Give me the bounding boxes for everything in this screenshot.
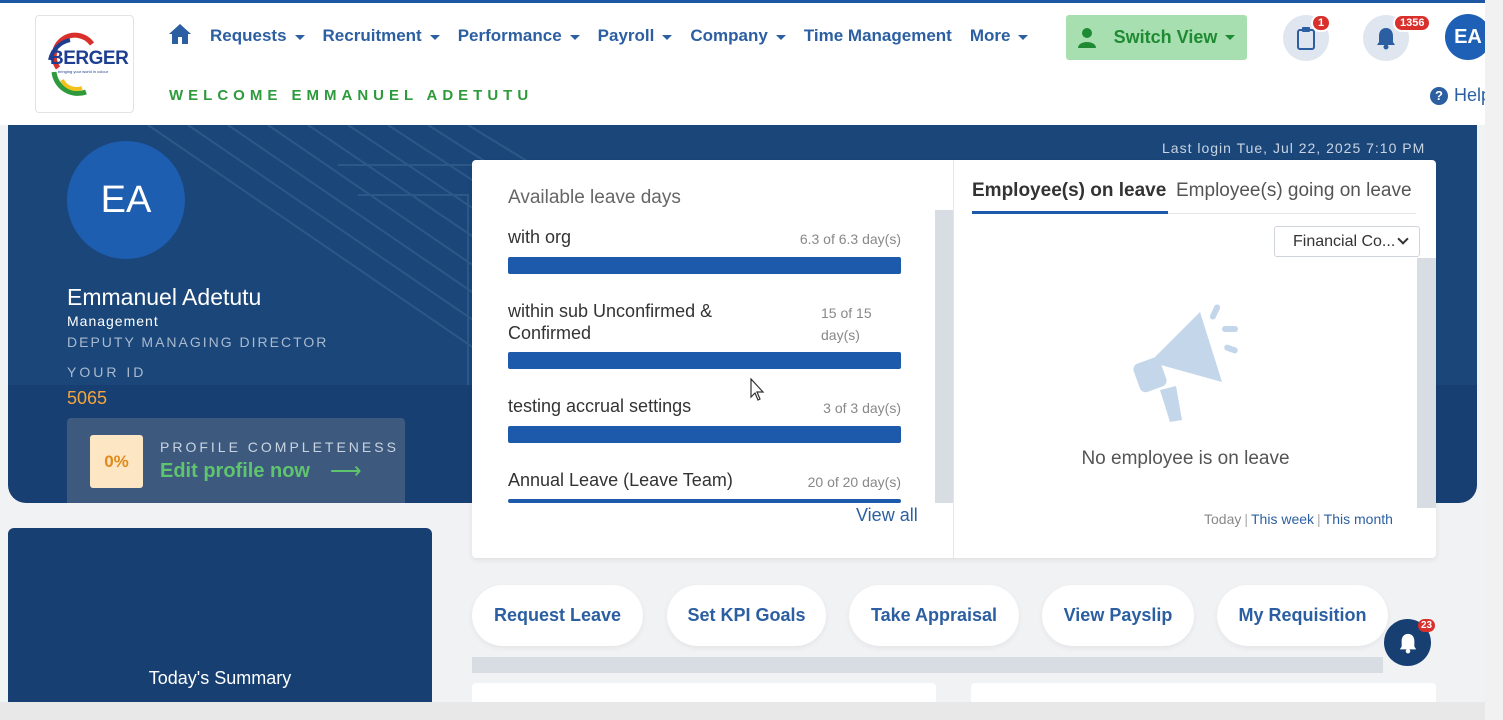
company-logo[interactable]: BERGER bringing your world in colour (35, 15, 134, 113)
leave-days-value: 3 of 3 day(s) (823, 400, 901, 416)
time-filter-links: Today | This week | This month (1204, 511, 1393, 527)
leave-type-name: with org (508, 227, 572, 247)
page-scrollbar[interactable] (1485, 0, 1503, 720)
switch-view-button[interactable]: Switch View (1066, 15, 1247, 60)
caret-down-icon (429, 34, 440, 40)
profile-completeness-card: 0% PROFILE COMPLETENESS Edit profile now… (67, 418, 405, 503)
leave-type-name: Annual Leave (Leave Team) (508, 470, 733, 490)
nav-label: Requests (210, 26, 287, 45)
nav-label: Performance (457, 26, 562, 45)
separator: | (1244, 511, 1248, 527)
tab-employees-going-on-leave[interactable]: Employee(s) going on leave (1176, 180, 1412, 214)
caret-down-icon (294, 34, 305, 40)
caret-down-icon (662, 34, 673, 40)
floating-notification-badge: 23 (1418, 619, 1436, 632)
set-kpi-goals-button[interactable]: Set KPI Goals (667, 585, 826, 646)
nav-time-management[interactable]: Time Management (804, 26, 952, 46)
leave-tabs: Employee(s) on leave Employee(s) going o… (972, 180, 1416, 214)
last-login-text: Last login Tue, Jul 22, 2025 7:10 PM (1162, 140, 1426, 156)
bell-icon (1377, 28, 1395, 50)
view-payslip-button[interactable]: View Payslip (1042, 585, 1194, 646)
nav-label: Time Management (803, 26, 952, 45)
nav-more[interactable]: More (970, 26, 1029, 46)
nav-payroll[interactable]: Payroll (598, 26, 673, 46)
nav-performance[interactable]: Performance (458, 26, 580, 46)
nav-requests[interactable]: Requests (210, 26, 305, 46)
mouse-cursor-icon (750, 378, 765, 401)
view-all-link[interactable]: View all (856, 505, 918, 526)
completeness-label: PROFILE COMPLETENESS (160, 439, 399, 455)
filter-this-week[interactable]: This week (1251, 511, 1314, 527)
no-employee-message: No employee is on leave (1081, 448, 1290, 469)
arrow-right-icon: ⟶ (330, 458, 362, 483)
megaphone-icon (1133, 304, 1238, 422)
help-link[interactable]: ? Help (1430, 85, 1491, 106)
leave-days-value: 15 of 15 day(s) (821, 305, 872, 343)
user-icon (1077, 27, 1096, 48)
profile-department: Management (67, 313, 159, 329)
clipboard-badge: 1 (1311, 14, 1332, 32)
nav-label: Recruitment (322, 26, 422, 45)
profile-name: Emmanuel Adetutu (67, 284, 262, 310)
filter-this-month[interactable]: This month (1324, 511, 1393, 527)
leave-card: Available leave days with org 6.3 of 6.3… (472, 160, 1436, 558)
leave-list-scrollbar[interactable] (935, 210, 953, 503)
leave-days-value: 6.3 of 6.3 day(s) (799, 231, 901, 247)
caret-down-icon (1018, 34, 1029, 40)
todays-summary-card: Today's Summary (8, 528, 432, 720)
profile-role: DEPUTY MANAGING DIRECTOR (67, 334, 329, 350)
bottom-strip (0, 702, 1485, 720)
profile-id-value: 5065 (67, 388, 108, 408)
edit-profile-label: Edit profile now (160, 459, 310, 482)
header: BERGER bringing your world in colour Req… (0, 3, 1485, 125)
take-appraisal-button[interactable]: Take Appraisal (849, 585, 1019, 646)
nav-recruitment[interactable]: Recruitment (323, 26, 440, 46)
profile-id-label: YOUR ID (67, 364, 147, 380)
leave-progress-bar (508, 352, 901, 369)
todays-summary-title: Today's Summary (148, 668, 292, 688)
nav-label: Company (690, 26, 768, 45)
available-leave-title: Available leave days (508, 187, 681, 208)
welcome-text: WELCOME EMMANUEL ADETUTU (169, 87, 534, 104)
main-nav: Requests Recruitment Performance Payroll… (168, 23, 1046, 49)
caret-down-icon (569, 34, 580, 40)
profile-avatar[interactable]: EA (67, 141, 185, 259)
caret-down-icon (1225, 35, 1236, 40)
card-divider (953, 160, 954, 558)
department-select[interactable]: Financial Co... (1274, 226, 1420, 257)
help-icon: ? (1430, 86, 1448, 105)
quick-actions-scrollbar[interactable] (472, 657, 1383, 673)
notifications-badge: 1356 (1393, 14, 1432, 32)
leave-type-name: within sub Unconfirmed & Confirmed (508, 301, 713, 343)
edit-profile-link[interactable]: Edit profile now ⟶ (160, 458, 362, 484)
nav-company[interactable]: Company (690, 26, 786, 46)
separator: | (1317, 511, 1321, 527)
nav-label: Payroll (597, 26, 655, 45)
chevron-down-icon (1397, 233, 1409, 245)
logo-tagline: bringing your world in colour (58, 69, 109, 74)
leave-progress-bar (508, 499, 901, 503)
leave-days-value: 20 of 20 day(s) (807, 474, 901, 490)
leave-progress-bar (508, 426, 901, 443)
leave-progress-bar (508, 257, 901, 274)
nav-label: More (969, 26, 1011, 45)
department-select-value: Financial Co... (1293, 233, 1396, 250)
my-requisition-button[interactable]: My Requisition (1217, 585, 1388, 646)
home-icon[interactable] (168, 23, 192, 50)
tab-employees-on-leave[interactable]: Employee(s) on leave (972, 180, 1168, 214)
bell-icon (1399, 633, 1416, 653)
right-panel-scrollbar[interactable] (1417, 258, 1436, 508)
filter-today[interactable]: Today (1204, 511, 1241, 527)
logo-text: BERGER (50, 48, 129, 69)
caret-down-icon (775, 34, 786, 40)
request-leave-button[interactable]: Request Leave (472, 585, 643, 646)
leave-type-name: testing accrual settings (508, 396, 692, 416)
switch-view-label: Switch View (1113, 27, 1218, 47)
completeness-percent: 0% (90, 435, 143, 488)
